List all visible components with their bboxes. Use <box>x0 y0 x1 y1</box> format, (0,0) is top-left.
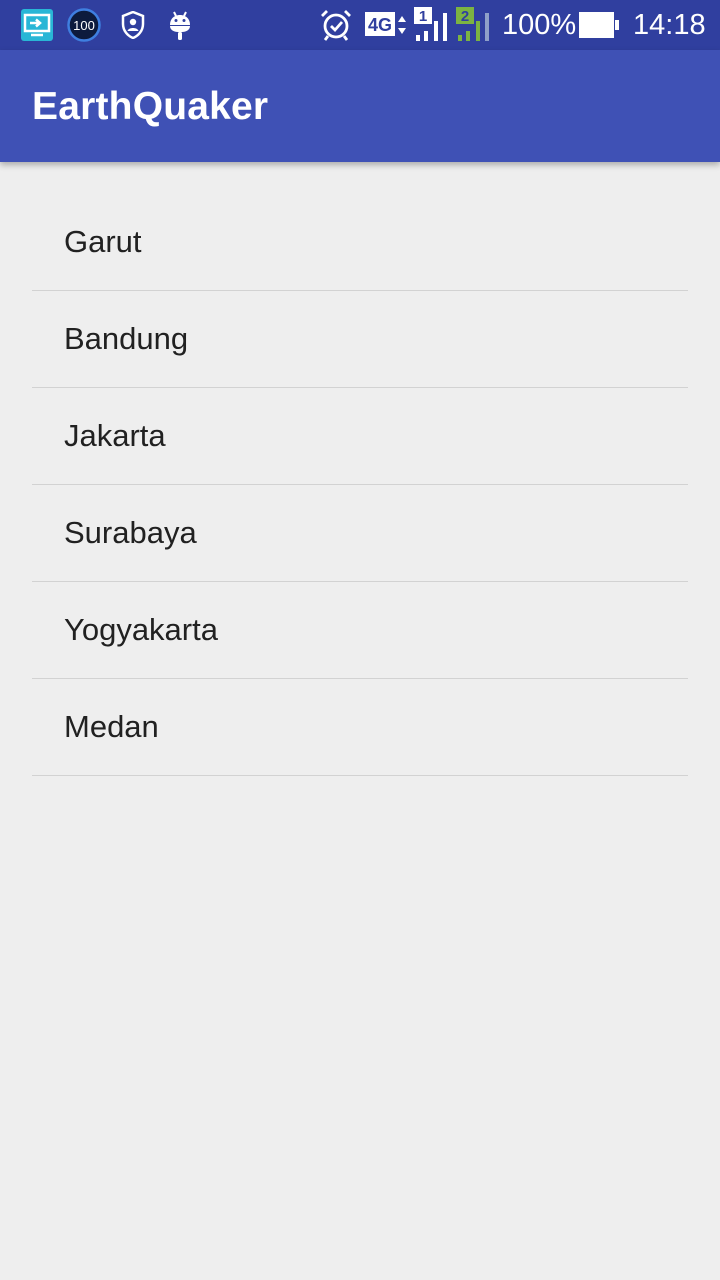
list-item-jakarta[interactable]: Jakarta <box>32 388 688 485</box>
svg-text:2: 2 <box>461 8 469 25</box>
list-item-label: Bandung <box>64 321 189 356</box>
list-item-label: Medan <box>64 709 159 744</box>
list-item-bandung[interactable]: Bandung <box>32 291 688 388</box>
cleaner-100-icon: 100 <box>67 8 101 42</box>
list-item-label: Garut <box>64 224 142 259</box>
shield-user-icon <box>120 8 146 42</box>
city-list: Garut Bandung Jakarta Surabaya Yogyakart… <box>0 194 720 776</box>
battery-icon <box>578 8 620 42</box>
list-item-surabaya[interactable]: Surabaya <box>32 485 688 582</box>
battery-percent: 100% <box>502 9 577 41</box>
list-item-label: Surabaya <box>64 515 197 550</box>
sim2-signal-icon: 2 <box>454 7 494 42</box>
android-icon <box>167 8 193 42</box>
list-item-label: Jakarta <box>64 418 166 453</box>
4g-network-icon: 4G <box>365 8 409 42</box>
screen-share-icon <box>20 8 54 42</box>
app-title: EarthQuaker <box>32 85 269 128</box>
list-item-yogyakarta[interactable]: Yogyakarta <box>32 582 688 679</box>
list-item-garut[interactable]: Garut <box>32 194 688 291</box>
svg-text:4G: 4G <box>368 15 392 35</box>
app-bar: EarthQuaker <box>0 50 720 162</box>
status-bar: 100 4G 1 2 100% 14:18 <box>0 0 720 50</box>
alarm-icon <box>318 8 354 42</box>
list-item-label: Yogyakarta <box>64 612 218 647</box>
sim1-signal-icon: 1 <box>412 7 452 42</box>
clock-time: 14:18 <box>633 9 706 41</box>
list-item-medan[interactable]: Medan <box>32 679 688 776</box>
svg-text:100: 100 <box>73 18 95 33</box>
svg-text:1: 1 <box>419 8 427 25</box>
